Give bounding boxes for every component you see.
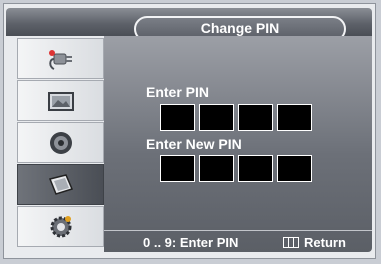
gear-icon <box>50 216 72 238</box>
enter-new-pin-label: Enter New PIN <box>146 136 242 152</box>
tv-osd-screen: Change PIN Enter PIN Enter New PIN 0 .. … <box>0 0 381 264</box>
sidebar-item-channel[interactable] <box>17 164 104 205</box>
sidebar-menu <box>17 38 104 248</box>
pin-digit-box[interactable] <box>238 155 273 182</box>
pin-digit-box[interactable] <box>277 104 312 131</box>
pin-digit-box[interactable] <box>199 155 234 182</box>
current-pin-field[interactable] <box>160 104 312 131</box>
new-pin-field[interactable] <box>160 155 312 182</box>
speaker-icon <box>50 132 72 154</box>
picture-icon <box>48 92 74 111</box>
pin-digit-box[interactable] <box>277 155 312 182</box>
return-icon <box>283 237 299 248</box>
sidebar-item-sound[interactable] <box>17 122 104 163</box>
digits-hint: 0 .. 9: Enter PIN <box>143 235 239 250</box>
channel-icon <box>48 174 74 195</box>
sidebar-item-setup[interactable] <box>17 206 104 247</box>
sidebar-item-picture[interactable] <box>17 80 104 121</box>
pin-digit-box[interactable] <box>199 104 234 131</box>
pin-digit-box[interactable] <box>238 104 273 131</box>
pin-digit-box[interactable] <box>160 104 195 131</box>
sidebar-item-input[interactable] <box>17 38 104 79</box>
return-label[interactable]: Return <box>304 235 346 250</box>
pin-digit-box[interactable] <box>160 155 195 182</box>
enter-pin-label: Enter PIN <box>146 84 210 100</box>
plug-icon <box>49 50 72 70</box>
